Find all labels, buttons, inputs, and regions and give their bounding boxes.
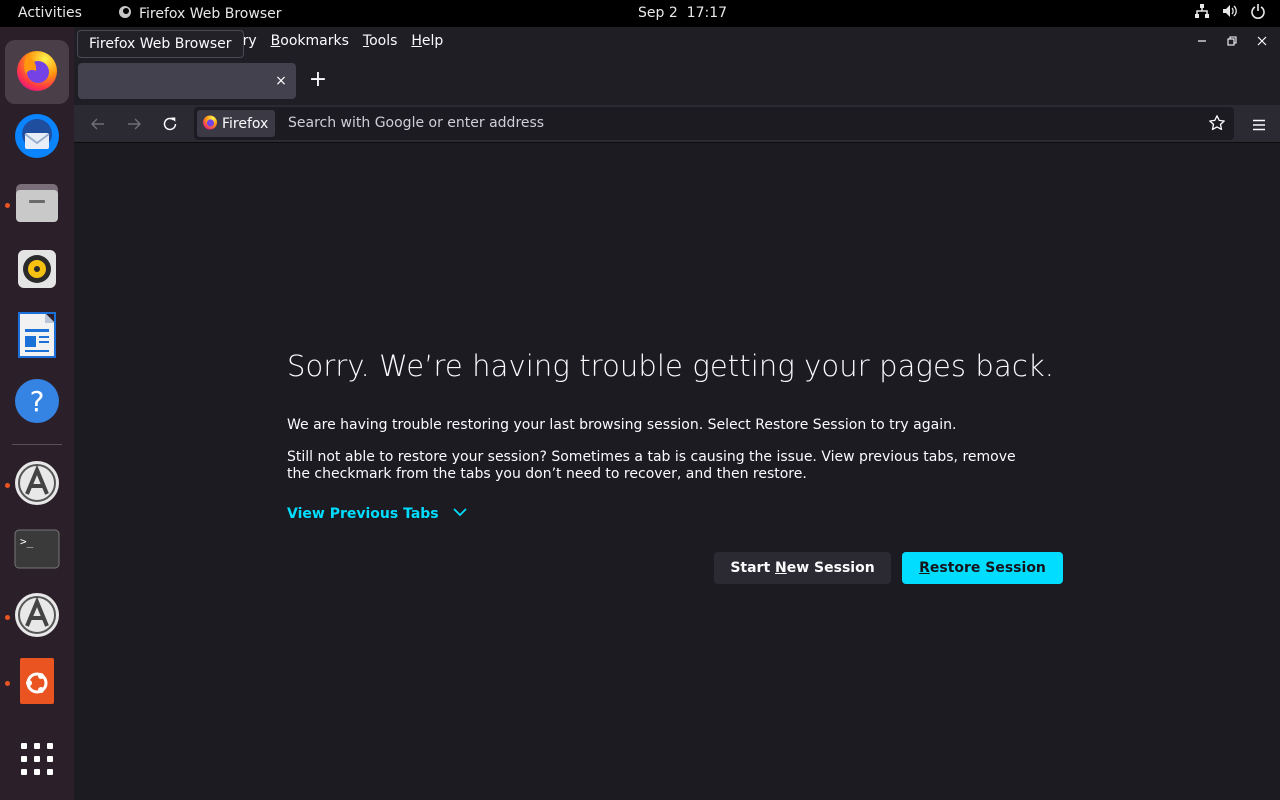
network-icon[interactable]	[1194, 3, 1210, 19]
menu-help[interactable]: Help	[404, 33, 450, 49]
menu-help-accesskey: H	[411, 33, 422, 49]
tab-strip: × +	[74, 55, 1280, 105]
top-bar: Activities Firefox Web Browser Sep 2 17:…	[0, 0, 1280, 27]
restore-session-accesskey: R	[919, 560, 930, 576]
new-tab-button[interactable]: +	[306, 69, 330, 93]
tab-close-button[interactable]: ×	[272, 72, 290, 90]
menu-bookmarks-label: ookmarks	[280, 33, 349, 49]
app-menu[interactable]: Firefox Web Browser	[118, 5, 282, 23]
restore-session-rest: estore Session	[929, 560, 1046, 576]
firefox-window: File Edit View History Bookmarks Tools H…	[74, 27, 1280, 800]
identity-label: Firefox	[222, 115, 269, 132]
url-input[interactable]: Search with Google or enter address	[288, 115, 544, 131]
menu-bar: File Edit View History Bookmarks Tools H…	[74, 27, 1280, 55]
desktop: Activities Firefox Web Browser Sep 2 17:…	[0, 0, 1280, 800]
menu-bookmarks[interactable]: Bookmarks	[264, 33, 356, 49]
navigation-toolbar: Firefox Search with Google or enter addr…	[74, 105, 1280, 143]
menu-bookmarks-accesskey: B	[270, 33, 281, 49]
ubuntu-software-icon	[19, 657, 55, 709]
firefox-icon	[13, 46, 61, 98]
back-arrow-icon	[91, 118, 104, 130]
start-new-session-button[interactable]: Start New Session	[714, 552, 891, 584]
bookmark-star-button[interactable]	[1208, 114, 1226, 136]
terminal-icon: >_	[14, 529, 60, 573]
forward-button[interactable]	[121, 111, 147, 137]
firefox-small-icon	[118, 5, 132, 23]
hamburger-icon	[1253, 119, 1265, 131]
page-title: Sorry. We’re having trouble getting your…	[287, 349, 1055, 383]
dock-thunderbird[interactable]	[5, 106, 69, 170]
restore-button[interactable]	[1224, 31, 1240, 51]
app-menu-label: Firefox Web Browser	[139, 6, 282, 22]
svg-text:?: ?	[30, 385, 45, 418]
restore-session-button[interactable]: Restore Session	[902, 552, 1063, 584]
error-help-text: Still not able to restore your session? …	[287, 449, 1016, 482]
url-bar[interactable]: Firefox Search with Google or enter addr…	[194, 107, 1234, 140]
minimize-button[interactable]	[1194, 31, 1210, 51]
dock-ubuntu-software[interactable]	[5, 651, 69, 715]
files-icon	[14, 180, 60, 230]
tooltip: Firefox Web Browser	[77, 30, 244, 58]
menu-tools[interactable]: Tools	[356, 33, 405, 49]
tab-session-restore[interactable]: ×	[78, 63, 296, 99]
dock-show-apps[interactable]	[5, 729, 69, 793]
minimize-icon	[1198, 40, 1206, 42]
writer-icon	[17, 311, 57, 363]
star-icon	[1209, 115, 1225, 131]
dock-software-updater[interactable]	[5, 453, 69, 517]
clock[interactable]: Sep 2 17:17	[638, 5, 727, 21]
menu-help-label: elp	[421, 33, 444, 49]
dock-separator	[12, 444, 62, 445]
time-text: 17:17	[686, 5, 728, 21]
dock-terminal[interactable]: >_	[5, 519, 69, 583]
app-menu-button[interactable]	[1252, 116, 1266, 135]
identity-box[interactable]: Firefox	[197, 110, 276, 137]
reload-button[interactable]	[157, 111, 183, 137]
dock-files[interactable]	[5, 173, 69, 237]
start-new-session-pre: Start	[730, 560, 776, 576]
error-description: We are having trouble restoring your las…	[287, 417, 957, 433]
activities-button[interactable]: Activities	[18, 5, 82, 21]
chevron-down-icon[interactable]	[452, 504, 468, 524]
forward-arrow-icon	[128, 118, 141, 130]
system-tray[interactable]	[1194, 3, 1266, 19]
back-button[interactable]	[85, 111, 111, 137]
restore-icon	[1227, 36, 1237, 46]
dock-software-updater-2[interactable]	[5, 585, 69, 649]
close-window-button[interactable]	[1254, 31, 1270, 51]
view-previous-tabs-link[interactable]: View Previous Tabs	[287, 506, 439, 522]
dock-rhythmbox[interactable]	[5, 239, 69, 303]
session-restore-page: Sorry. We’re having trouble getting your…	[74, 144, 1280, 800]
rhythmbox-icon	[16, 248, 58, 294]
software-updater-icon	[14, 592, 60, 642]
app-grid-icon	[20, 742, 54, 780]
power-icon[interactable]	[1250, 3, 1266, 19]
help-icon: ?	[14, 378, 60, 428]
menu-tools-label: ools	[369, 33, 398, 49]
window-controls	[1194, 31, 1270, 51]
start-new-session-rest: ew Session	[786, 560, 875, 576]
date-text: Sep 2	[638, 5, 678, 21]
reload-icon	[163, 117, 177, 131]
dock: ? >_	[0, 27, 74, 800]
dock-writer[interactable]	[5, 305, 69, 369]
svg-text:>_: >_	[20, 535, 34, 548]
software-updater-icon	[14, 460, 60, 510]
firefox-logo-icon	[202, 114, 218, 134]
thunderbird-icon	[12, 111, 62, 165]
dock-firefox[interactable]	[5, 40, 69, 104]
start-new-session-accesskey: N	[775, 560, 787, 576]
dock-help[interactable]: ?	[5, 371, 69, 435]
volume-icon[interactable]	[1222, 3, 1238, 19]
close-icon	[1257, 36, 1267, 46]
